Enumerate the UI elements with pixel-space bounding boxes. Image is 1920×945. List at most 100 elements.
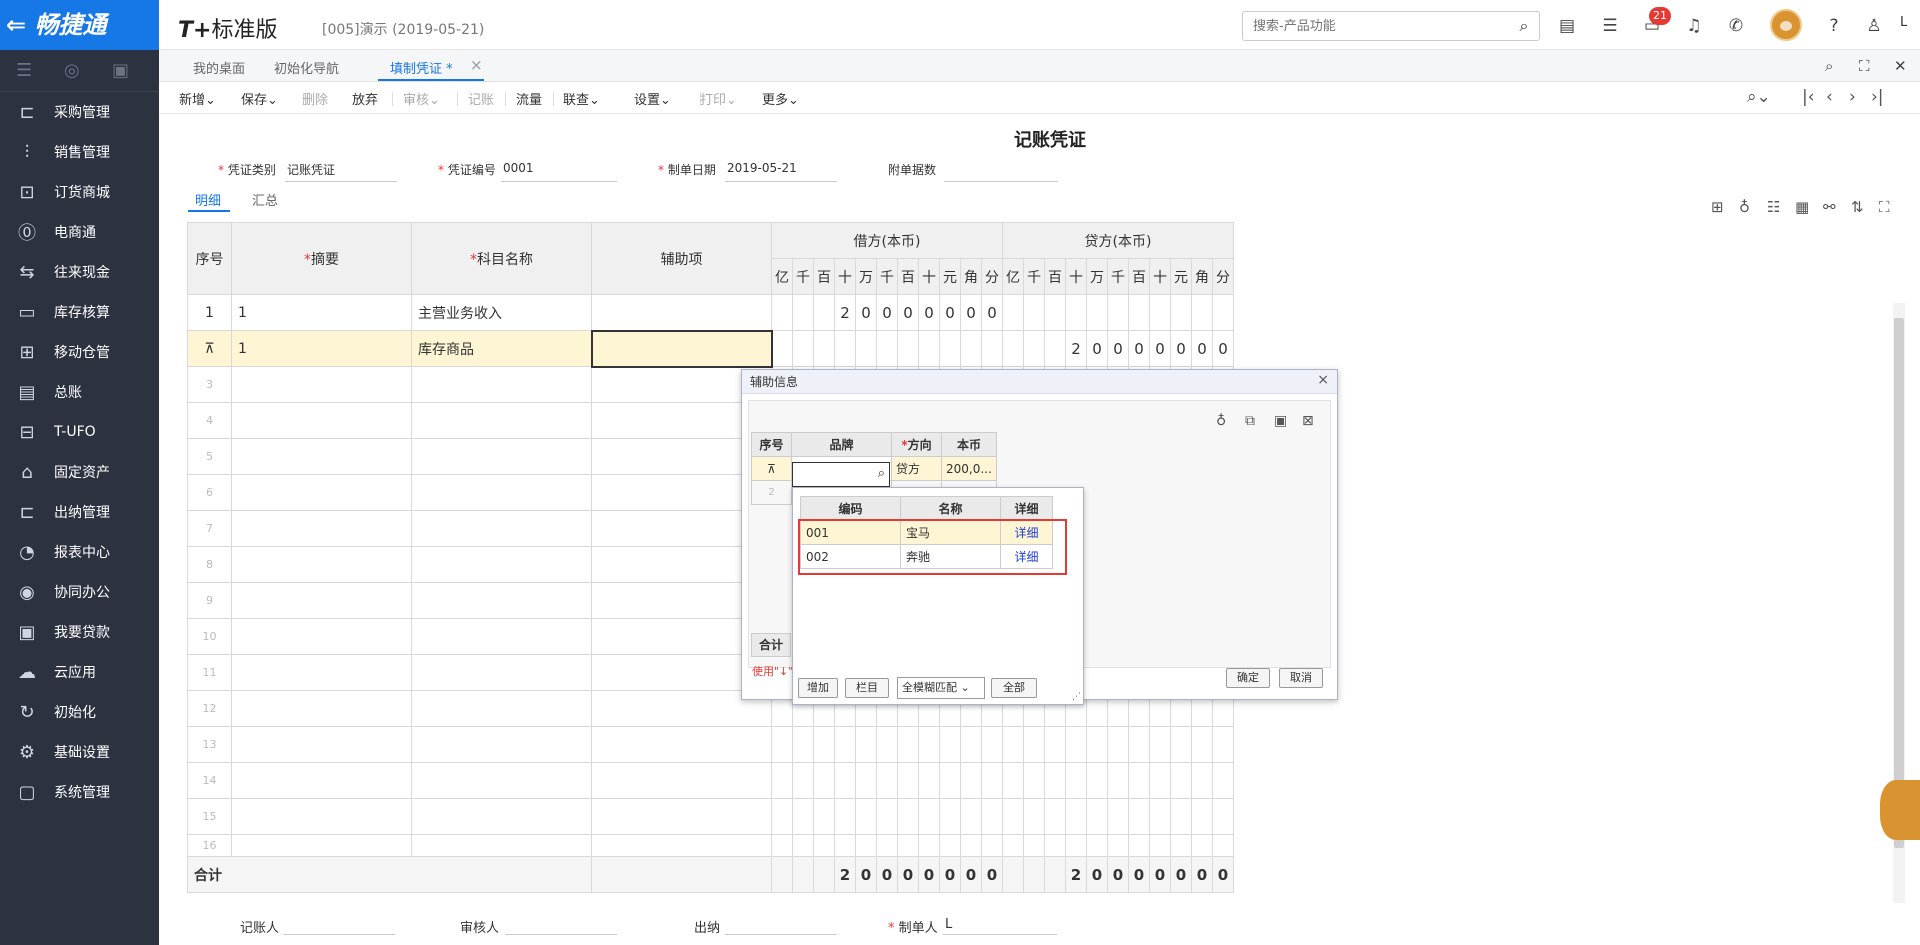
cancel-button[interactable]: 取消 [1279,668,1323,688]
entry-cell[interactable] [231,762,412,799]
match-mode-select[interactable]: 全模糊匹配 ⌄ [897,677,985,699]
digit-cell[interactable] [1065,834,1087,857]
entry-cell[interactable] [231,690,412,727]
table-row[interactable]: ⊼ 1 库存商品 2 0 0 0 0 0 0 0 [187,329,1234,368]
digit-cell[interactable] [1191,834,1213,857]
avatar[interactable] [1770,9,1802,41]
digit-cell[interactable] [1191,798,1213,835]
credit-digit[interactable] [1044,294,1066,331]
digit-cell[interactable] [1107,798,1129,835]
digit-cell[interactable] [771,798,793,835]
attachments-field[interactable] [944,181,1058,182]
digit-cell[interactable] [918,834,940,857]
digit-cell[interactable] [960,834,982,857]
menu-icon[interactable]: ☰ [16,60,32,81]
entry-cell[interactable] [231,834,412,857]
digit-cell[interactable] [1023,798,1045,835]
credit-digit[interactable] [1023,330,1045,367]
digit-cell[interactable] [1212,726,1234,763]
entry-cell[interactable] [231,510,412,547]
digit-cell[interactable] [771,726,793,763]
settings-button[interactable]: 设置⌄ [634,89,671,108]
entry-cell[interactable] [591,762,772,799]
digit-cell[interactable] [981,834,1003,857]
debit-digit[interactable]: 0 [855,294,877,331]
entry-cell[interactable] [231,654,412,691]
help-icon[interactable]: ? [1822,14,1846,38]
entry-cell[interactable] [411,834,592,857]
credit-digit[interactable] [1044,330,1066,367]
debit-digit[interactable] [813,330,835,367]
debit-digit[interactable] [855,330,877,367]
digit-cell[interactable] [792,762,814,799]
digit-cell[interactable] [876,762,898,799]
sidebar-item[interactable]: ⌂ 固定资产 [0,452,159,492]
sidebar-item[interactable]: ↻ 初始化 [0,692,159,732]
tab-voucher[interactable]: 填制凭证 * [390,58,453,77]
search-icon[interactable]: ◎ [64,60,80,81]
digit-cell[interactable] [897,834,919,857]
table-icon[interactable]: ▦ [1795,198,1809,216]
money-bag-icon[interactable]: ♁ [1739,198,1750,216]
sidebar-item[interactable]: ⊏ 出纳管理 [0,492,159,532]
digit-cell[interactable] [1149,798,1171,835]
digit-cell[interactable] [1086,834,1108,857]
credit-digit[interactable] [1107,294,1129,331]
search-input[interactable] [1242,11,1540,41]
search-icon[interactable]: ⌕ [878,466,885,481]
entry-cell[interactable] [411,618,592,655]
sidebar-item[interactable]: ⊞ 移动仓管 [0,332,159,372]
bell-icon[interactable]: ♫ [1682,14,1706,38]
sidebar-item[interactable]: ▭ 库存核算 [0,292,159,332]
date-field[interactable]: 2019-05-21 [727,161,797,175]
digit-cell[interactable] [1212,834,1234,857]
locate-icon[interactable]: ⌕⌄ [1747,87,1771,107]
delete-button[interactable]: 删除 [302,89,328,108]
sidebar-item[interactable]: ⚙ 基础设置 [0,732,159,772]
entry-cell[interactable] [411,762,592,799]
entry-cell[interactable] [231,474,412,511]
direction-cell[interactable]: 贷方 [891,456,942,481]
digit-cell[interactable] [1044,762,1066,799]
entry-cell[interactable] [231,726,412,763]
sidebar-item[interactable]: ▤ 总账 [0,372,159,412]
credit-digit[interactable]: 0 [1191,330,1213,367]
entry-cell[interactable] [411,690,592,727]
sidebar-item[interactable]: ⇆ 往来现金 [0,252,159,292]
digit-cell[interactable] [981,798,1003,835]
entry-cell[interactable] [411,438,592,475]
tab-summary[interactable]: 汇总 [252,190,278,209]
entry-cell[interactable] [231,582,412,619]
debit-digit[interactable]: 2 [834,294,856,331]
digit-cell[interactable] [960,726,982,763]
credit-digit[interactable]: 0 [1170,330,1192,367]
entry-cell[interactable] [411,582,592,619]
all-button[interactable]: 全部 [991,678,1037,698]
add-button[interactable]: 增加 [798,678,838,698]
debit-digit[interactable] [792,294,814,331]
digit-cell[interactable] [1107,834,1129,857]
delete-icon[interactable]: ⊠ [1302,413,1314,429]
digit-cell[interactable] [1149,726,1171,763]
sidebar-item[interactable]: ◔ 报表中心 [0,532,159,572]
tab-desktop[interactable]: 我的桌面 [193,58,245,77]
digit-cell[interactable] [813,762,835,799]
digit-cell[interactable] [939,726,961,763]
print-button[interactable]: 打印⌄ [700,89,737,108]
save-button[interactable]: 保存⌄ [241,89,278,108]
table-row[interactable]: 15 [187,798,1234,835]
digit-cell[interactable] [834,762,856,799]
digit-cell[interactable] [1065,762,1087,799]
new-button[interactable]: 新增⌄ [179,89,216,108]
digit-cell[interactable] [939,834,961,857]
brand-search-input[interactable]: ⌕ [792,462,890,487]
digit-cell[interactable] [834,798,856,835]
digit-cell[interactable] [1149,762,1171,799]
entry-cell[interactable] [591,834,772,857]
digit-cell[interactable] [897,726,919,763]
digit-cell[interactable] [1065,798,1087,835]
digit-cell[interactable] [1086,798,1108,835]
digit-cell[interactable] [813,726,835,763]
sidebar-item[interactable]: ⓪ 电商通 [0,212,159,252]
scrollbar-thumb[interactable] [1894,318,1904,848]
